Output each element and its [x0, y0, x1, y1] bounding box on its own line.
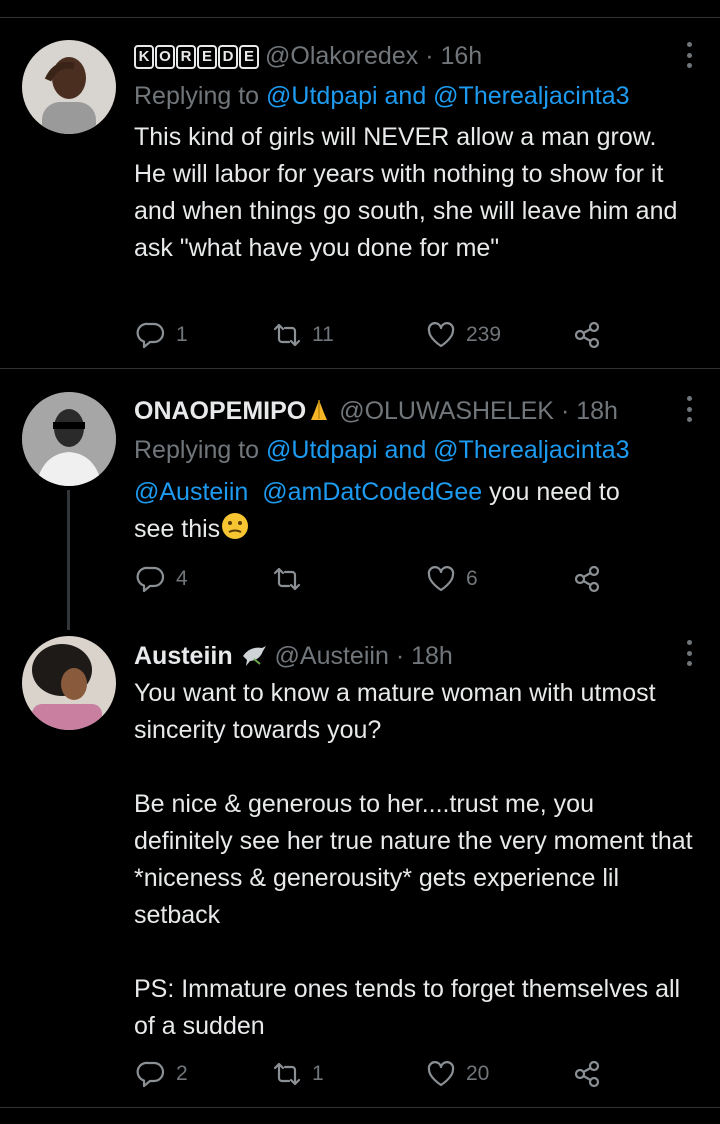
action-bar: 2 1 20 [134, 1057, 614, 1091]
retweet-button[interactable]: 11 [272, 318, 334, 352]
like-count: 239 [466, 323, 502, 346]
display-name[interactable]: Austeiin [134, 642, 233, 670]
retweet-icon [273, 323, 301, 347]
tweet-text: You want to know a mature woman with utm… [134, 679, 693, 1040]
share-button[interactable] [572, 562, 602, 596]
reply-icon [136, 1061, 165, 1088]
mention-amdatcodedgee[interactable]: @amDatCodedGee [262, 478, 482, 506]
like-button[interactable]: 6 [426, 562, 478, 596]
avatar[interactable] [22, 392, 116, 486]
text-tail: you need to [482, 478, 620, 506]
like-button[interactable]: 20 [426, 1057, 489, 1091]
name-letter: E [239, 45, 259, 69]
reply-button[interactable]: 2 [136, 1057, 188, 1091]
share-button[interactable] [572, 318, 602, 352]
action-bar: 1 11 239 [134, 318, 614, 352]
thread-connector [67, 490, 70, 630]
share-icon [574, 565, 600, 593]
name-letter: E [197, 45, 217, 69]
reply-count: 4 [176, 567, 188, 590]
reply-icon [136, 322, 165, 349]
replying-prefix: Replying to [134, 82, 260, 110]
like-button[interactable]: 239 [426, 318, 501, 352]
like-count: 6 [466, 567, 478, 590]
display-name[interactable]: KOREDE [134, 45, 259, 69]
action-bar: 4 6 [134, 562, 614, 596]
replying-to: Replying to @Utdpapi and @Therealjacinta… [134, 80, 630, 112]
tweet-onaopemipo[interactable]: ONAOPEMIPO @OLUWASHELEK · 18h Replying t… [0, 368, 720, 630]
handle[interactable]: @Austeiin [275, 642, 389, 670]
separator: · [395, 642, 405, 670]
reply-count: 2 [176, 1062, 188, 1085]
more-icon[interactable] [684, 640, 694, 666]
mention-austeiin[interactable]: @Austeiin [134, 478, 248, 506]
bottom-divider [0, 1107, 720, 1108]
reply-button[interactable]: 1 [136, 318, 188, 352]
heart-icon [427, 1061, 455, 1087]
dove-icon [240, 642, 268, 676]
replying-to-users[interactable]: @Utdpapi and @Therealjacinta3 [266, 82, 629, 110]
tweet-text: This kind of girls will NEVER allow a ma… [134, 123, 685, 262]
more-icon[interactable] [684, 42, 694, 68]
tweet-header: KOREDE @Olakoredex · 16h [134, 40, 660, 72]
retweet-icon [273, 567, 301, 591]
like-count: 20 [466, 1062, 490, 1085]
share-icon [574, 321, 600, 349]
retweet-button[interactable] [272, 562, 312, 596]
confused-face-icon [220, 511, 250, 552]
praying-hands-icon [306, 397, 332, 431]
text-line: see this [134, 515, 221, 543]
heart-icon [427, 566, 455, 592]
retweet-button[interactable]: 1 [272, 1057, 324, 1091]
replying-to: Replying to @Utdpapi and @Therealjacinta… [134, 434, 630, 466]
display-name[interactable]: ONAOPEMIPO [134, 397, 306, 425]
tweet-korede[interactable]: KOREDE @Olakoredex · 16h Replying to @Ut… [0, 0, 720, 368]
name-letter: D [218, 45, 238, 69]
timestamp[interactable]: 18h [411, 642, 453, 670]
name-letter: O [155, 45, 175, 69]
reply-count: 1 [176, 323, 188, 346]
heart-icon [427, 322, 455, 348]
replying-to-users[interactable]: @Utdpapi and @Therealjacinta3 [266, 436, 629, 464]
avatar[interactable] [22, 636, 116, 730]
reply-icon [136, 566, 165, 593]
separator: · [425, 42, 434, 70]
handle[interactable]: @Olakoredex [265, 42, 418, 70]
replying-prefix: Replying to [134, 436, 260, 464]
retweet-count: 1 [312, 1062, 324, 1085]
tweet-austeiin[interactable]: Austeiin @Austeiin · 18h You want to kno… [0, 628, 720, 1108]
reply-button[interactable]: 4 [136, 562, 188, 596]
name-letter: R [176, 45, 196, 69]
share-button[interactable] [572, 1057, 602, 1091]
handle[interactable]: @OLUWASHELEK [339, 397, 554, 425]
tweet-text: @Austeiin @amDatCodedGee you need to see… [134, 474, 694, 552]
timestamp[interactable]: 16h [440, 42, 482, 70]
timestamp[interactable]: 18h [576, 397, 618, 425]
more-icon[interactable] [684, 396, 694, 422]
retweet-count: 11 [312, 323, 334, 346]
avatar[interactable] [22, 40, 116, 134]
tweet-header: ONAOPEMIPO @OLUWASHELEK · 18h [134, 395, 660, 431]
separator: · [560, 397, 570, 425]
name-letter: K [134, 45, 154, 69]
share-icon [574, 1060, 600, 1088]
retweet-icon [273, 1062, 301, 1086]
tweet-header: Austeiin @Austeiin · 18h [134, 640, 660, 676]
